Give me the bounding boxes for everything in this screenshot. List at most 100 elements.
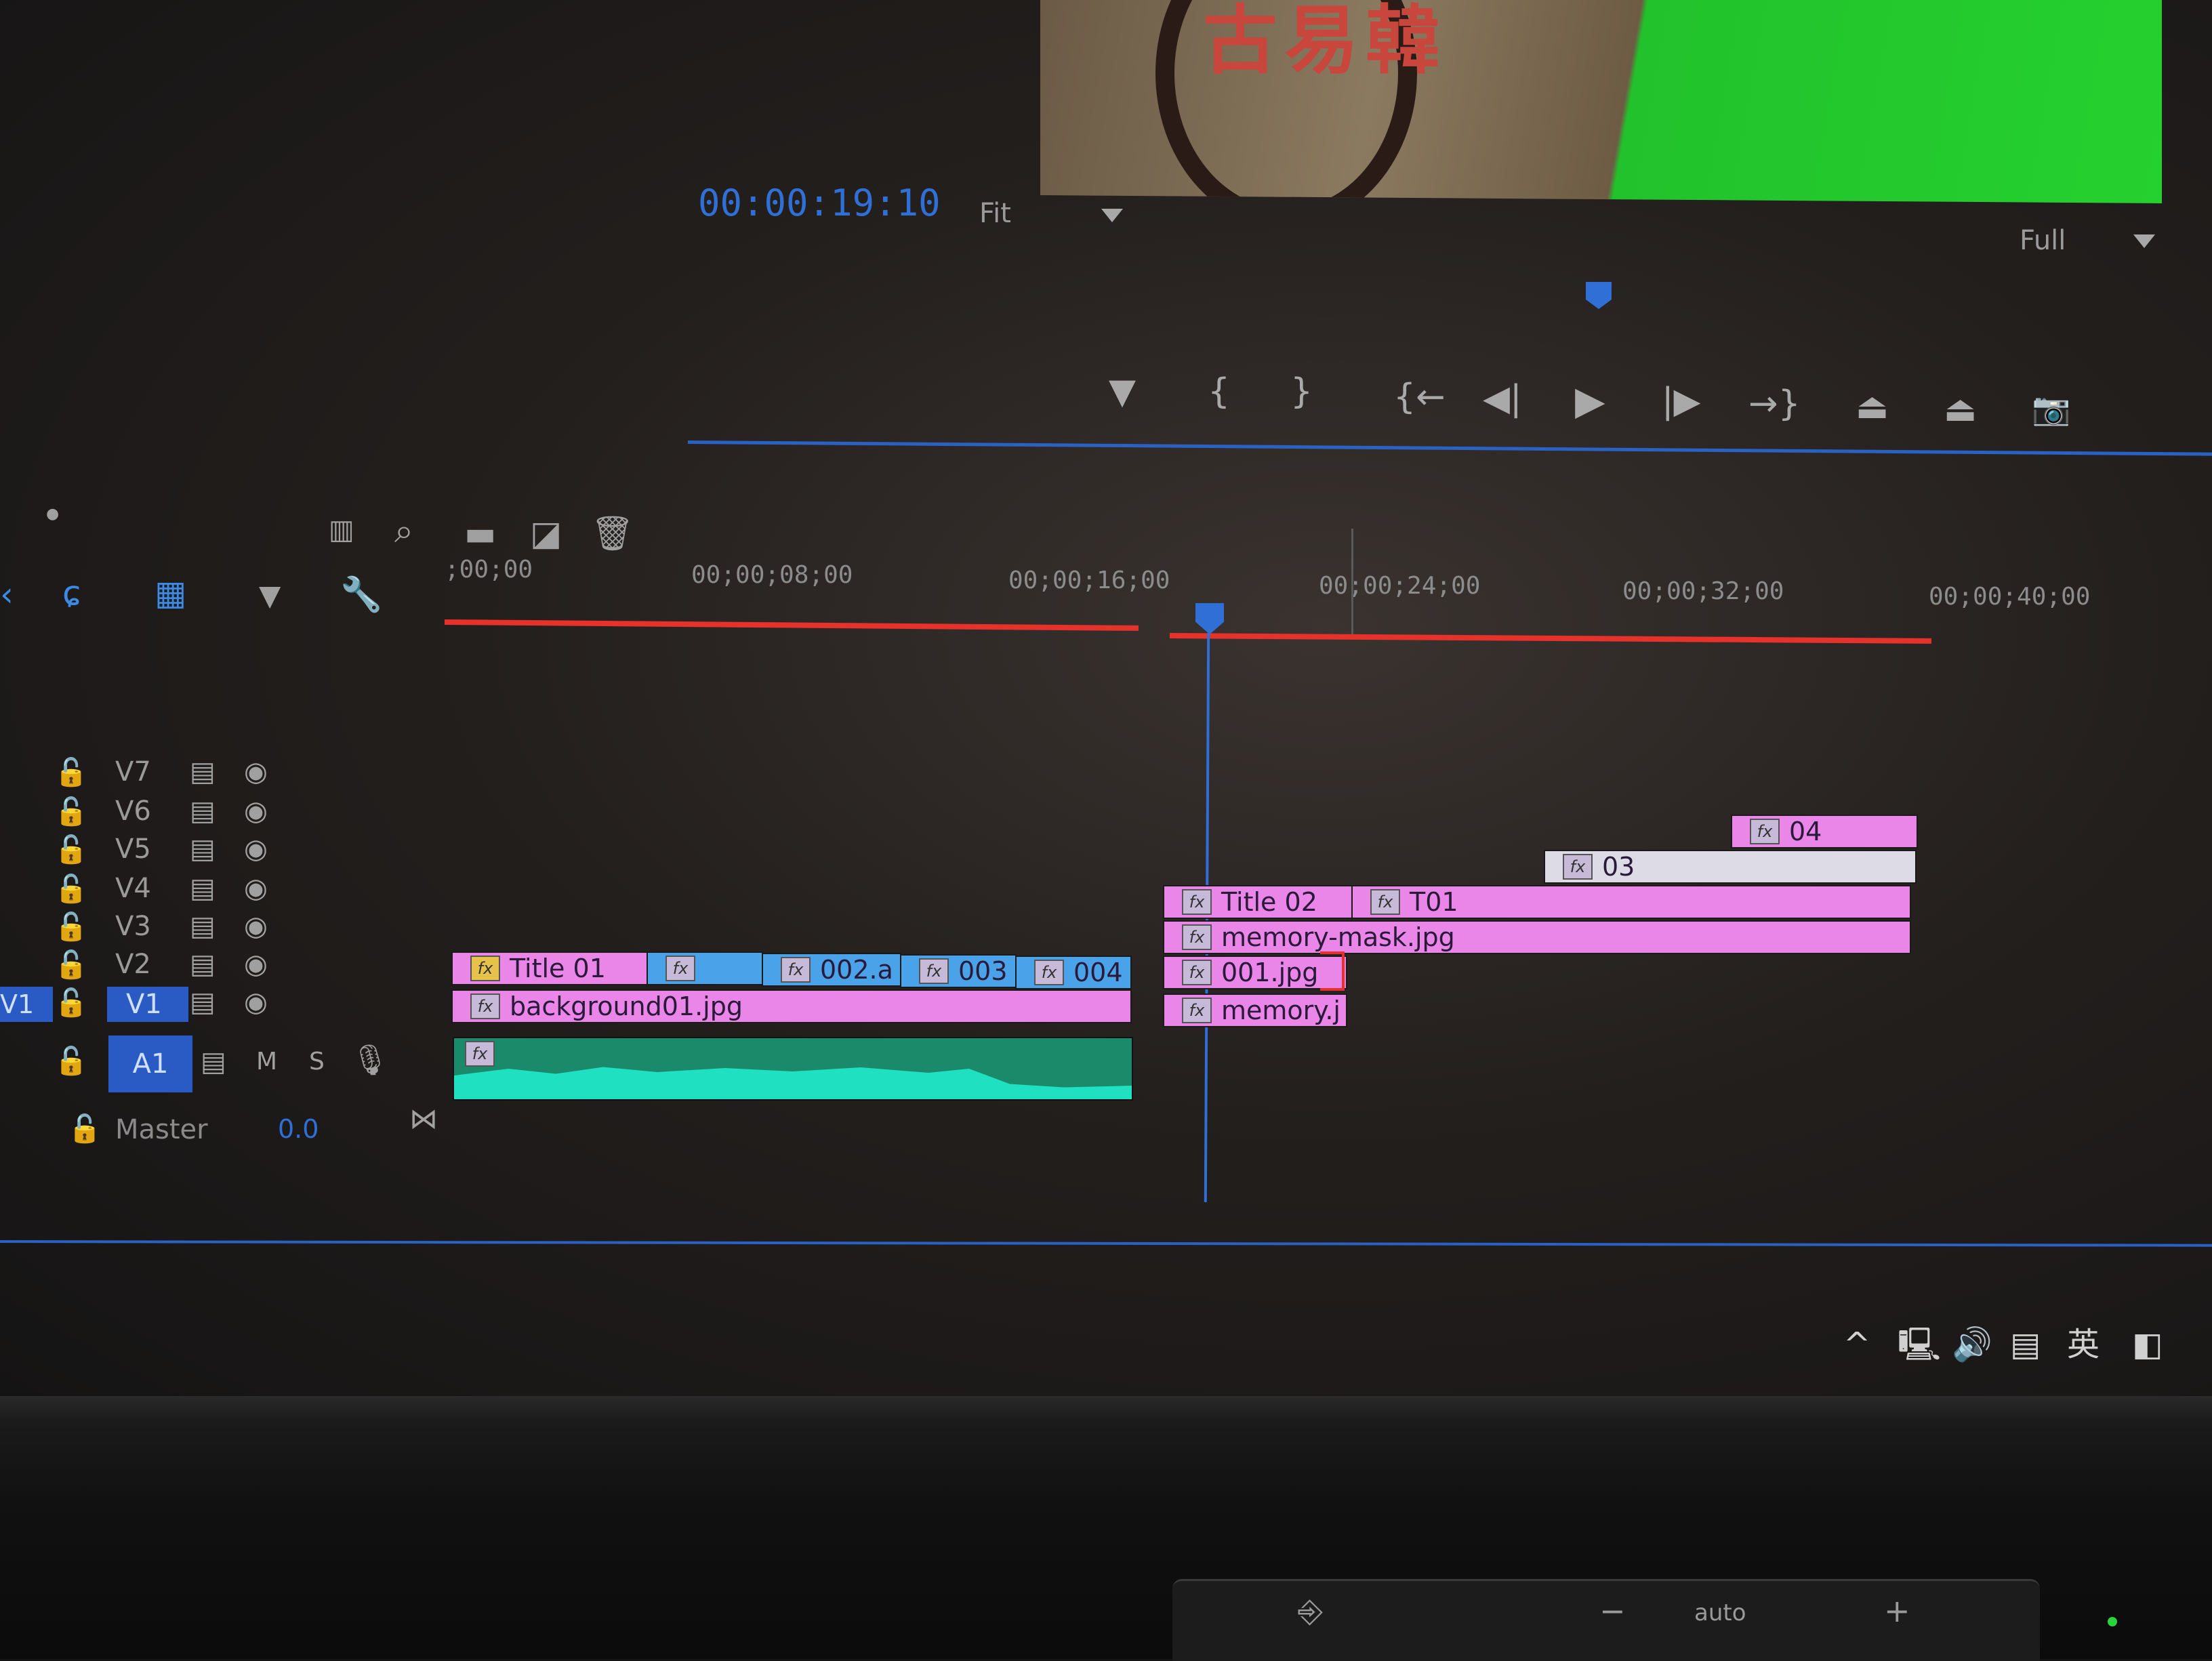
track-name: V3 — [115, 911, 151, 942]
lock-icon[interactable]: 🔓 — [54, 949, 88, 981]
lock-icon[interactable]: 🔓 — [54, 834, 88, 865]
eye-icon[interactable]: ◉ — [244, 987, 268, 1018]
ruler-label: 00;00;08;00 — [691, 561, 853, 589]
clip-004[interactable]: fx 004 — [1015, 956, 1132, 989]
search-icon[interactable]: ⌕ — [394, 514, 413, 548]
add-marker-timeline-icon[interactable]: ▼ — [259, 581, 281, 610]
minus-button[interactable]: − — [1599, 1593, 1626, 1629]
volume-icon[interactable]: 🔊 — [1952, 1328, 1992, 1361]
list-view-icon[interactable]: ▥ — [329, 516, 354, 544]
monitor-screen: 古易韓 00:00:19:10 Fit Full ▼ { } {← ◀| ▶ |… — [0, 0, 2212, 1396]
sync-lock-icon[interactable]: ▤ — [190, 987, 216, 1018]
lock-icon[interactable]: 🔓 — [54, 756, 88, 788]
clip-background01[interactable]: fx background01.jpg — [451, 989, 1132, 1023]
clip-label: 04 — [1789, 817, 1822, 846]
track-header-v3: 🔓 V3 ▤ ◉ — [0, 911, 312, 949]
lock-icon[interactable]: 🔓 — [68, 1113, 102, 1145]
chevron-up-icon[interactable]: ^ — [1843, 1328, 1870, 1361]
lift-icon[interactable]: ⏏ — [1856, 389, 1889, 424]
step-back-icon[interactable]: ◀| — [1483, 381, 1522, 416]
trash-icon[interactable]: 🗑 — [591, 516, 634, 550]
sync-lock-icon[interactable]: ▤ — [190, 949, 216, 980]
folder-icon[interactable]: ▬ — [464, 516, 496, 550]
audio-track-a1[interactable]: A1 — [108, 1035, 192, 1092]
bowtie-icon[interactable]: ⋈ — [409, 1102, 438, 1135]
timeline-playhead[interactable] — [1195, 603, 1224, 634]
track-header-v4: 🔓 V4 ▤ ◉ — [0, 873, 312, 911]
eye-icon[interactable]: ◉ — [244, 796, 268, 827]
wrench-settings-icon[interactable]: 🔧 — [340, 577, 382, 611]
clip-label: Title 01 — [510, 953, 606, 983]
eye-icon[interactable]: ◉ — [244, 949, 268, 980]
track-header-v1: 🔓 V1 ▤ ◉ — [0, 987, 312, 1025]
render-bar-left — [444, 619, 1139, 631]
plus-button[interactable]: + — [1884, 1593, 1910, 1629]
clip-003[interactable]: fx 003 — [900, 954, 1017, 988]
export-frame-icon[interactable]: 📷 — [2032, 393, 2070, 424]
action-center-icon[interactable]: ▤ — [2010, 1328, 2041, 1361]
network-icon[interactable]: 🖳 — [1898, 1328, 1941, 1361]
monitor-bezel: ⎆ − auto + — [0, 1396, 2212, 1661]
extract-icon[interactable]: ⏏ — [1944, 392, 1977, 427]
audio-clip[interactable]: fx — [453, 1037, 1133, 1101]
clip-title-01[interactable]: fx Title 01 — [451, 951, 648, 985]
play-icon[interactable]: ▶ — [1575, 381, 1605, 420]
nest-icon[interactable]: ‹ — [0, 577, 14, 611]
zoom-dropdown-icon[interactable] — [1101, 209, 1123, 222]
go-to-in-icon[interactable]: {← — [1393, 380, 1446, 415]
step-forward-icon[interactable]: |▶ — [1662, 384, 1701, 419]
lock-icon[interactable]: 🔓 — [54, 796, 88, 827]
power-led — [2108, 1617, 2117, 1626]
sync-lock-icon[interactable]: ▤ — [190, 796, 216, 827]
solo-button[interactable]: S — [309, 1048, 325, 1075]
fx-icon: fx — [1750, 819, 1780, 844]
timeline-panel-border — [0, 1240, 2212, 1247]
eye-icon[interactable]: ◉ — [244, 834, 268, 865]
microphone-icon[interactable]: 🎙 — [351, 1042, 389, 1078]
sync-lock-icon[interactable]: ▤ — [190, 756, 216, 787]
eye-icon[interactable]: ◉ — [244, 911, 268, 942]
resolution-dropdown-icon[interactable] — [2133, 234, 2155, 248]
new-item-icon[interactable]: ◪ — [530, 516, 562, 550]
trim-edge-cursor[interactable] — [1320, 951, 1345, 991]
lock-icon[interactable]: 🔓 — [54, 873, 88, 905]
ime-indicator[interactable]: 英 — [2067, 1328, 2100, 1361]
resolution-select[interactable]: Full — [2020, 225, 2066, 256]
lock-icon[interactable]: 🔓 — [54, 911, 88, 943]
clip-t01[interactable]: fx T01 — [1351, 885, 1911, 919]
linked-selection-icon[interactable]: ▦ — [155, 576, 186, 610]
ruler-label-partial: ;00;00 — [445, 556, 533, 583]
sync-lock-icon[interactable]: ▤ — [190, 834, 216, 865]
lock-icon[interactable]: 🔓 — [54, 1045, 88, 1077]
master-volume-value[interactable]: 0.0 — [278, 1114, 319, 1144]
auto-button[interactable]: auto — [1694, 1599, 1746, 1626]
sync-lock-icon[interactable]: ▤ — [190, 911, 216, 942]
clip-04[interactable]: fx 04 — [1731, 815, 1918, 848]
lock-icon[interactable]: 🔓 — [54, 987, 88, 1019]
track-name[interactable]: V1 — [107, 987, 188, 1022]
notification-icon[interactable]: ◧ — [2132, 1328, 2163, 1361]
program-timecode[interactable]: 00:00:19:10 — [698, 182, 941, 224]
track-name: V2 — [115, 949, 151, 980]
zoom-level-select[interactable]: Fit — [979, 198, 1011, 229]
sync-lock-icon[interactable]: ▤ — [201, 1046, 226, 1078]
clip-transition[interactable]: fx — [647, 951, 763, 985]
go-to-out-icon[interactable]: →} — [1748, 386, 1801, 422]
eye-icon[interactable]: ◉ — [244, 756, 268, 787]
clip-memory-mask[interactable]: fx memory-mask.jpg — [1163, 920, 1911, 954]
mark-in-icon[interactable]: { — [1208, 374, 1230, 409]
clip-002[interactable]: fx 002.a — [762, 953, 901, 987]
clip-03[interactable]: fx 03 — [1544, 850, 1917, 884]
program-playhead-marker[interactable] — [1586, 282, 1612, 309]
sync-lock-icon[interactable]: ▤ — [190, 873, 216, 904]
eye-icon[interactable]: ◉ — [244, 873, 268, 904]
add-marker-icon[interactable]: ▼ — [1109, 374, 1136, 409]
mute-button[interactable]: M — [256, 1048, 277, 1075]
mark-out-icon[interactable]: } — [1290, 374, 1313, 409]
clip-label: T01 — [1410, 887, 1458, 917]
clip-memory[interactable]: fx memory.j — [1163, 993, 1347, 1027]
ruler-label: 00;00;40;00 — [1929, 583, 2091, 611]
input-source-icon[interactable]: ⎆ — [1298, 1593, 1323, 1631]
clip-title-02[interactable]: fx Title 02 — [1163, 885, 1353, 919]
snap-icon[interactable]: ɕ — [62, 576, 81, 610]
